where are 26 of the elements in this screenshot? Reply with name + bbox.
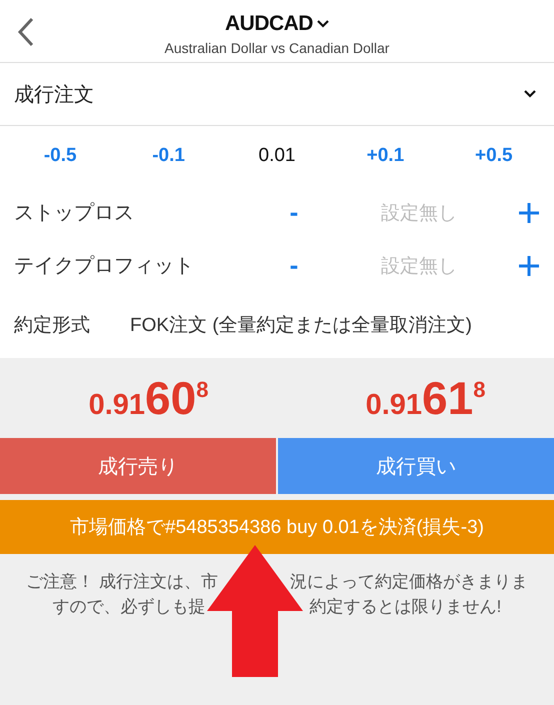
lot-step-button[interactable]: -0.5 bbox=[44, 145, 77, 167]
symbol-description: Australian Dollar vs Canadian Dollar bbox=[164, 40, 390, 56]
lot-step-button[interactable]: -0.1 bbox=[152, 145, 185, 167]
order-type-select[interactable]: 成行注文 bbox=[14, 80, 94, 108]
plus-icon[interactable] bbox=[518, 202, 540, 224]
notice-text: すので、必ずしも提 bbox=[52, 596, 206, 618]
notice-text: ご注意！ 成行注文は、市 bbox=[26, 571, 218, 593]
lot-step-button[interactable]: +0.1 bbox=[366, 145, 404, 167]
plus-icon[interactable] bbox=[518, 254, 540, 276]
row-label: テイクプロフィット bbox=[14, 254, 195, 279]
fill-policy-value: FOK注文 (全量約定または全量取消注文) bbox=[130, 314, 472, 338]
back-icon[interactable] bbox=[16, 16, 36, 48]
chevron-down-icon[interactable] bbox=[524, 90, 536, 98]
row-label: 約定形式 bbox=[14, 314, 90, 338]
close-position-button[interactable]: 市場価格で#5485354386 buy 0.01を決済(損失-3) bbox=[0, 500, 554, 554]
row-label: ストップロス bbox=[14, 201, 135, 226]
lot-value[interactable]: 0.01 bbox=[258, 145, 296, 167]
minus-button[interactable]: - bbox=[290, 250, 298, 281]
notice-text: 約定するとは限りません! bbox=[310, 596, 502, 618]
sell-button[interactable]: 成行売り bbox=[0, 438, 276, 494]
chevron-down-icon[interactable] bbox=[316, 20, 329, 28]
minus-button[interactable]: - bbox=[290, 197, 298, 228]
symbol-title[interactable]: AUDCAD bbox=[224, 12, 313, 36]
notice-text: 況によって約定価格がきまりま bbox=[290, 571, 528, 593]
buy-button[interactable]: 成行買い bbox=[278, 438, 554, 494]
lot-step-button[interactable]: +0.5 bbox=[475, 145, 513, 167]
